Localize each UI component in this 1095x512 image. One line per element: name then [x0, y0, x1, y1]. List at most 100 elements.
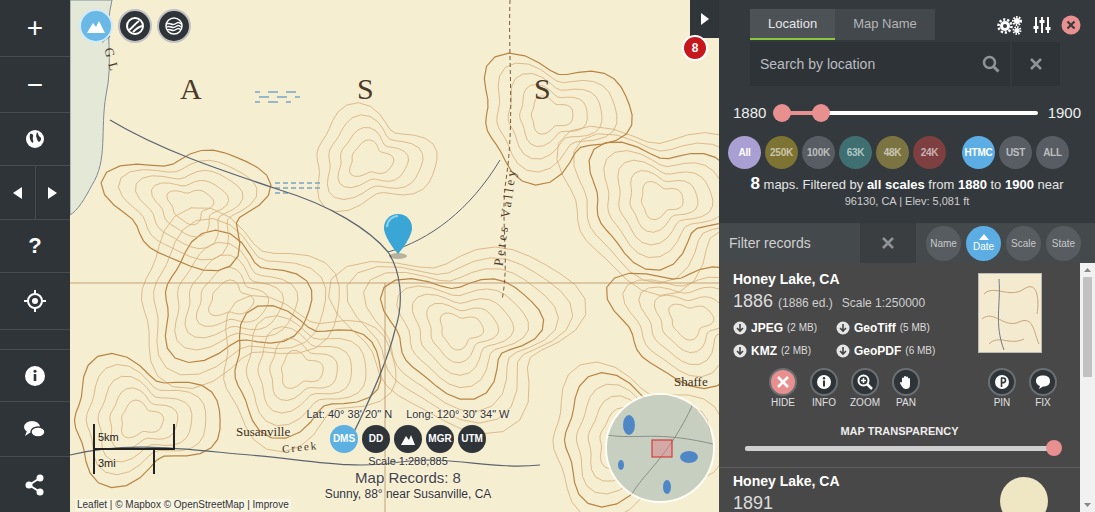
layer-button[interactable]: [157, 9, 191, 43]
record-actions-right: PIN FIX: [987, 368, 1058, 409]
overview-map-image: [607, 395, 715, 503]
scale-filter-button[interactable]: ALL: [1036, 136, 1069, 169]
map-label: S: [357, 74, 374, 104]
year-handle-high[interactable]: [812, 104, 830, 122]
close-panel-button[interactable]: [1061, 15, 1081, 35]
transparency-handle[interactable]: [1046, 440, 1062, 456]
sort-button[interactable]: Date: [966, 226, 1001, 261]
coord-format-circle: DMS: [330, 425, 358, 453]
settings-button[interactable]: [997, 15, 1023, 35]
search-input[interactable]: [760, 54, 976, 75]
about-button[interactable]: [0, 350, 70, 402]
close-icon: [1061, 15, 1081, 35]
layer-button[interactable]: [118, 9, 152, 43]
search-icon: [982, 55, 1000, 73]
zoom-in-button[interactable]: +: [0, 0, 70, 57]
scrollbar-thumb[interactable]: [1083, 277, 1092, 377]
record-action-label: INFO: [812, 397, 836, 409]
record-action-circle: [892, 368, 920, 396]
download-button[interactable]: KMZ(2 MB): [733, 341, 836, 360]
scale-filter-button[interactable]: UST: [999, 136, 1032, 169]
record-action-button[interactable]: ZOOM: [850, 368, 880, 409]
sort-button[interactable]: State: [1046, 226, 1081, 261]
layer-button[interactable]: [79, 9, 113, 43]
share-button[interactable]: [0, 457, 70, 512]
target-icon: [24, 290, 46, 312]
tab-label: Location: [768, 14, 817, 34]
year-handle-low[interactable]: [773, 104, 791, 122]
record-action-circle: [1029, 368, 1057, 396]
scroll-up-icon: [1080, 263, 1095, 277]
scale-filter-label: 100K: [807, 148, 830, 158]
x-icon: [881, 236, 895, 250]
year-range: 18801900: [719, 100, 1095, 126]
weather: Sunny, 88° near Susanville, CA: [325, 487, 492, 501]
download-button[interactable]: GeoPDF(6 MB): [836, 341, 939, 360]
clear-filter-button[interactable]: [860, 223, 916, 263]
transparency-fill: [745, 446, 1054, 451]
tab[interactable]: Location: [750, 9, 835, 40]
location-pin[interactable]: [384, 214, 412, 260]
panel-toggle-button[interactable]: [690, 0, 719, 38]
transparency-track: [745, 446, 1054, 451]
globe-button[interactable]: [0, 113, 70, 166]
scale-filter-button[interactable]: 250K: [765, 136, 798, 169]
panel-header: Location Map Name: [719, 0, 1095, 42]
side-panel: Location Map Name 18801900 All 250K 100K 63K48…: [719, 0, 1095, 512]
record-card[interactable]: Honey Lake, CA1891: [719, 468, 1080, 512]
clear-search-button[interactable]: [1012, 42, 1060, 86]
feedback-button[interactable]: [0, 402, 70, 457]
scale-filter-button[interactable]: 48K: [876, 136, 909, 169]
map-thumbnail[interactable]: [1000, 477, 1048, 512]
record-action-circle: [769, 368, 797, 396]
sort-button[interactable]: Scale: [1006, 226, 1041, 261]
record-action-button[interactable]: HIDE: [768, 368, 798, 409]
scale-filter-button[interactable]: HTMC: [962, 136, 995, 169]
scale-filter-button[interactable]: 100K: [802, 136, 835, 169]
filters-button[interactable]: [1032, 15, 1052, 35]
scale-filter-label: HTMC: [965, 148, 993, 158]
coord-format-button[interactable]: UTM: [458, 425, 486, 453]
scale-filter-button[interactable]: 24K: [913, 136, 946, 169]
record-action-button[interactable]: PAN: [891, 368, 921, 409]
records-scrollbar[interactable]: [1080, 263, 1095, 512]
record-action-button[interactable]: FIX: [1028, 368, 1058, 409]
sort-buttons: NameDateScaleState: [926, 223, 1081, 263]
summary-text: 1880: [958, 177, 987, 192]
sort-button[interactable]: Name: [926, 226, 961, 261]
overview-map[interactable]: [605, 393, 715, 503]
forward-button[interactable]: [36, 166, 71, 219]
map-thumbnail[interactable]: [978, 273, 1042, 353]
coord-format-circle: DD: [362, 425, 390, 453]
tab-label: Map Name: [853, 14, 917, 34]
tab[interactable]: Map Name: [835, 9, 935, 40]
back-button[interactable]: [0, 166, 36, 219]
scale-filter-button[interactable]: 63K: [839, 136, 872, 169]
map-attribution[interactable]: Leaflet | © Mapbox © OpenStreetMap | Imp…: [75, 499, 291, 511]
coord-format-button[interactable]: MGR: [426, 425, 454, 453]
toolbar: +−?: [0, 0, 70, 512]
record-card[interactable]: Honey Lake, CA1886(1886 ed.)Scale 1:2500…: [719, 263, 1080, 468]
coord-format-button[interactable]: [394, 425, 422, 453]
coord-format-button[interactable]: DMS: [330, 425, 358, 453]
download-icon: [836, 321, 850, 335]
coord-format-label: DD: [369, 434, 383, 444]
scale-filter-button[interactable]: All: [728, 136, 761, 169]
locate-button[interactable]: [0, 273, 70, 330]
scale-filter-label: 250K: [770, 148, 793, 158]
location-line: 96130, CA | Elev: 5,081 ft: [719, 194, 1095, 208]
map-info-block: Lat: 40° 38' 20" NLong: 120° 30' 34" WDM…: [298, 408, 518, 501]
record-edition: (1886 ed.): [778, 294, 833, 312]
help-button[interactable]: ?: [0, 220, 70, 273]
map[interactable]: ASSAGLPetes ValleySusanvilleCreekShaffe8…: [70, 0, 719, 512]
record-title: Honey Lake, CA: [733, 271, 978, 288]
coord-format-button[interactable]: DD: [362, 425, 390, 453]
record-action-button[interactable]: PIN: [987, 368, 1017, 409]
summary-text: 8: [750, 174, 759, 193]
coord-format-circle: MGR: [426, 425, 454, 453]
record-action-button[interactable]: INFO: [809, 368, 839, 409]
filter-input[interactable]: [729, 233, 860, 254]
download-button[interactable]: GeoTiff(5 MB): [836, 318, 939, 337]
download-button[interactable]: JPEG(2 MB): [733, 318, 836, 337]
zoom-out-button[interactable]: −: [0, 57, 70, 113]
